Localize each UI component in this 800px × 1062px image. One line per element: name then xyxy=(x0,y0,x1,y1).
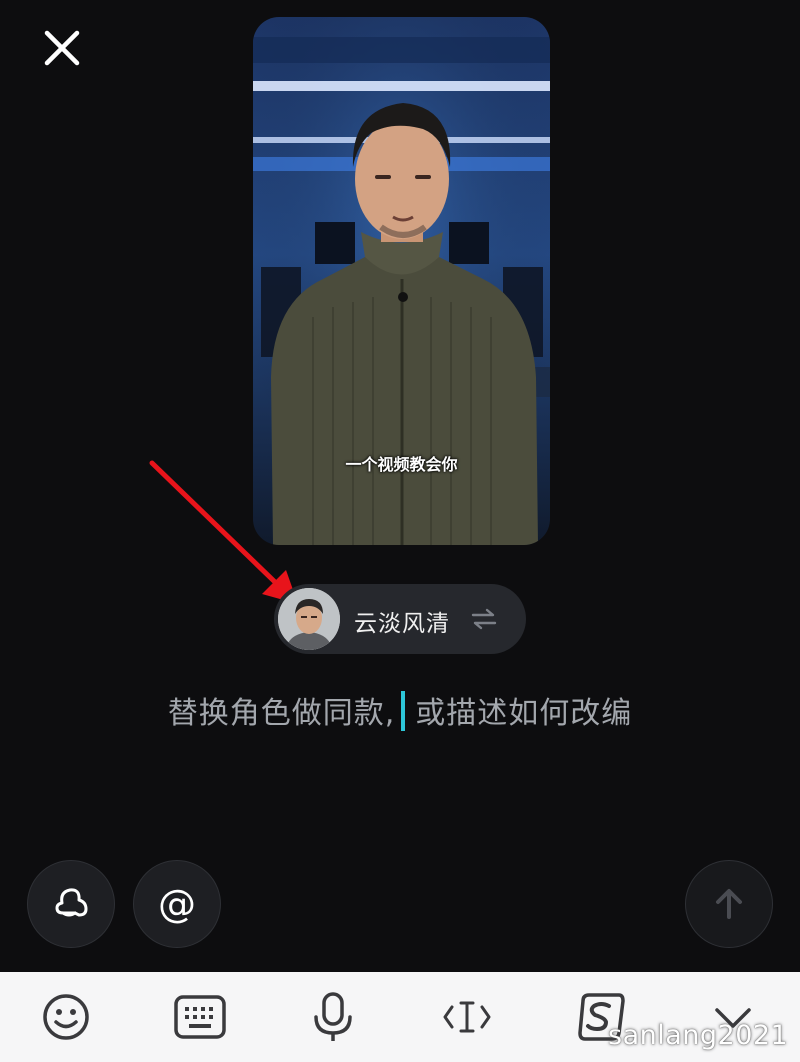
watermark: sanlang2021 xyxy=(608,1020,789,1051)
emoji-icon xyxy=(43,994,89,1040)
keyboard-button[interactable] xyxy=(155,972,245,1062)
video-caption: 一个视频教会你 xyxy=(345,455,458,474)
avatar xyxy=(278,588,340,650)
character-button[interactable] xyxy=(27,860,115,948)
prompt-input[interactable]: 替换角色做同款, 或描述如何改编 xyxy=(0,688,800,732)
at-icon: @ xyxy=(158,882,196,926)
mention-button[interactable]: @ xyxy=(133,860,221,948)
voice-button[interactable] xyxy=(288,972,378,1062)
microphone-icon xyxy=(314,992,352,1041)
text-cursor-icon xyxy=(443,1001,491,1033)
prompt-placeholder-part1: 替换角色做同款, xyxy=(167,696,396,731)
cursor-button[interactable] xyxy=(422,972,512,1062)
close-icon xyxy=(44,30,80,66)
role-name: 云淡风清 xyxy=(354,611,450,637)
send-button[interactable] xyxy=(685,860,773,948)
swap-arrows-icon[interactable] xyxy=(471,608,497,630)
close-button[interactable] xyxy=(40,26,84,70)
prompt-placeholder-part2: 或描述如何改编 xyxy=(415,696,633,731)
ghost-hat-icon xyxy=(55,888,88,917)
video-preview[interactable]: 一个视频教会你 xyxy=(253,17,550,545)
arrow-up-icon xyxy=(716,889,742,919)
emoji-button[interactable] xyxy=(21,972,111,1062)
keyboard-icon xyxy=(174,995,226,1039)
text-caret xyxy=(401,691,406,731)
role-selector[interactable]: 云淡风清 xyxy=(274,584,526,654)
